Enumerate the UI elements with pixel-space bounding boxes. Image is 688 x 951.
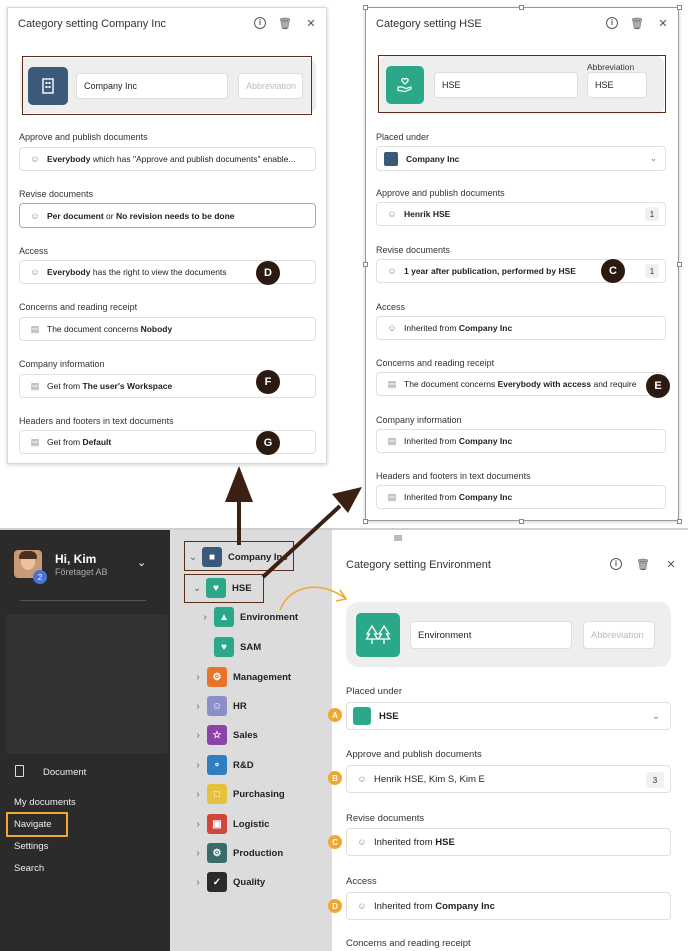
annotation-arrows	[225, 466, 362, 611]
